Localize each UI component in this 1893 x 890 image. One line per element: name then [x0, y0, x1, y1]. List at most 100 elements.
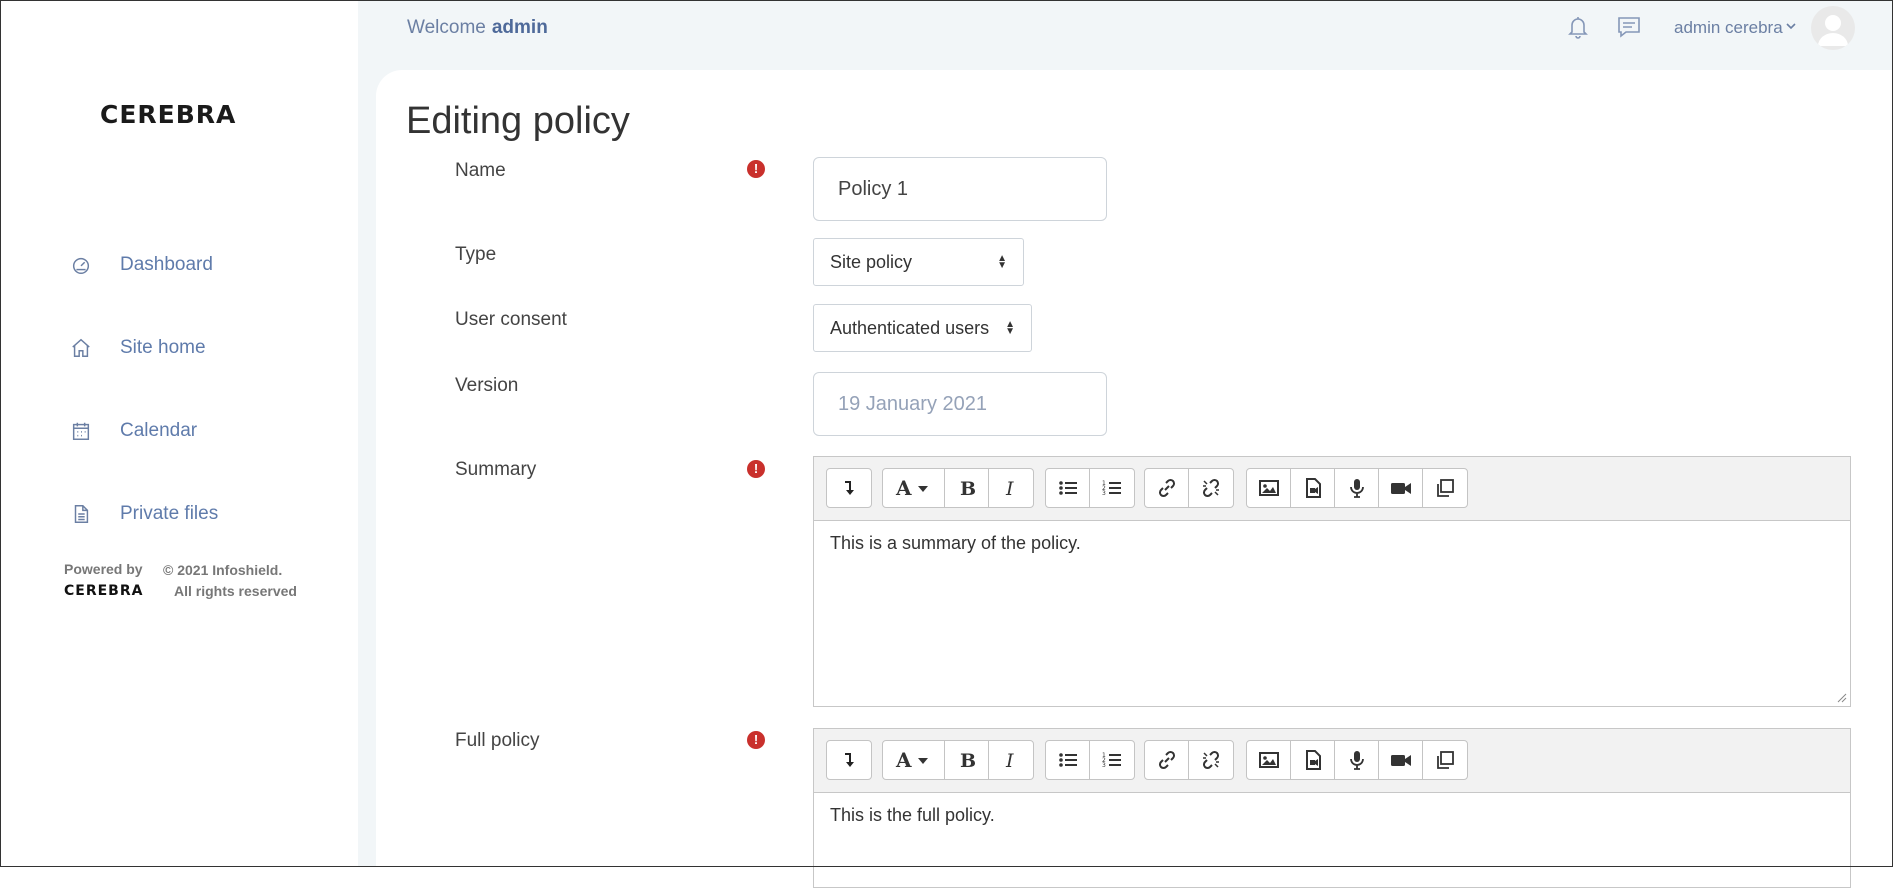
unlink-icon: [1202, 750, 1220, 770]
toolbar-group-links: [1144, 468, 1234, 508]
svg-text:A: A: [895, 477, 912, 499]
version-input: [813, 372, 1107, 436]
resize-handle-icon[interactable]: [1837, 693, 1847, 703]
required-icon: !: [747, 460, 765, 478]
type-select[interactable]: Site policy ▲ ▼: [813, 238, 1024, 286]
svg-text:3: 3: [1102, 762, 1106, 769]
link-button[interactable]: [1145, 741, 1189, 779]
record-video-button[interactable]: [1379, 469, 1423, 507]
microphone-icon: [1349, 479, 1364, 498]
name-input[interactable]: [813, 157, 1107, 221]
media-file-icon: [1305, 478, 1321, 498]
sidebar-item-site-home[interactable]: Site home: [70, 333, 206, 363]
toolbar-group-lists: 123: [1045, 468, 1135, 508]
sidebar-item-label: Private files: [120, 503, 219, 524]
full-policy-content[interactable]: This is the full policy.: [814, 793, 1850, 838]
sidebar-item-dashboard[interactable]: Dashboard: [70, 250, 213, 280]
sort-arrows-icon: ▲ ▼: [1005, 319, 1015, 337]
user-consent-label: User consent: [455, 309, 567, 330]
version-label: Version: [455, 375, 519, 396]
bold-icon: B: [960, 750, 976, 771]
bold-button[interactable]: B: [945, 469, 989, 507]
toolbar-group-links: [1144, 740, 1234, 780]
ordered-list-icon: 123: [1102, 752, 1121, 769]
manage-files-button[interactable]: [1423, 741, 1467, 779]
sidebar-item-calendar[interactable]: Calendar: [70, 416, 197, 446]
unordered-list-button[interactable]: [1046, 469, 1090, 507]
welcome-prefix: Welcome: [407, 17, 486, 38]
unlink-button[interactable]: [1189, 469, 1233, 507]
link-icon: [1158, 478, 1175, 498]
italic-button[interactable]: I: [989, 469, 1033, 507]
bold-button[interactable]: B: [945, 741, 989, 779]
type-select-value: Site policy: [830, 251, 913, 272]
image-icon: [1258, 480, 1279, 496]
copyright-text: © 2021 Infoshield.: [163, 562, 283, 578]
dashboard-icon: [72, 257, 90, 274]
sort-arrows-icon: ▲ ▼: [997, 253, 1007, 271]
link-button[interactable]: [1145, 469, 1189, 507]
ordered-list-button[interactable]: 123: [1090, 469, 1134, 507]
video-camera-icon: [1390, 755, 1411, 766]
bell-icon[interactable]: [1566, 14, 1590, 40]
name-label: Name: [455, 160, 506, 181]
unlink-button[interactable]: [1189, 741, 1233, 779]
unlink-icon: [1202, 478, 1220, 498]
chevron-down-icon[interactable]: [1784, 19, 1798, 33]
welcome-user: admin: [491, 17, 548, 38]
font-style-icon: A: [895, 477, 928, 499]
unordered-list-icon: [1058, 481, 1077, 495]
italic-button[interactable]: I: [989, 741, 1033, 779]
sidebar-item-label: Site home: [120, 337, 206, 358]
manage-files-button[interactable]: [1423, 469, 1467, 507]
toolbar-group-collapse: [826, 740, 872, 780]
required-icon: !: [747, 731, 765, 749]
unordered-list-button[interactable]: [1046, 741, 1090, 779]
avatar[interactable]: [1811, 6, 1855, 50]
powered-by-text: Powered by: [64, 561, 143, 577]
italic-icon: I: [1005, 478, 1014, 499]
insert-media-button[interactable]: [1291, 469, 1335, 507]
microphone-icon: [1349, 751, 1364, 770]
insert-image-button[interactable]: [1247, 741, 1291, 779]
media-file-icon: [1305, 750, 1321, 770]
page-title: Editing policy: [406, 100, 630, 142]
font-style-button[interactable]: A: [883, 741, 945, 779]
sidebar-item-private-files[interactable]: Private files: [70, 499, 218, 529]
svg-text:3: 3: [1102, 490, 1106, 497]
full-policy-label: Full policy: [455, 730, 540, 751]
user-consent-select[interactable]: Authenticated users ▲ ▼: [813, 304, 1032, 352]
summary-editor: A B I 123 This is a summary of the polic…: [813, 456, 1851, 707]
sidebar: CEREBRA Dashboard Site home Calendar Pri…: [0, 0, 358, 867]
ordered-list-button[interactable]: 123: [1090, 741, 1134, 779]
record-audio-button[interactable]: [1335, 741, 1379, 779]
toolbar-group-lists: 123: [1045, 740, 1135, 780]
insert-image-button[interactable]: [1247, 469, 1291, 507]
summary-content[interactable]: This is a summary of the policy.: [814, 521, 1850, 566]
toolbar-group-format: A B I: [882, 740, 1034, 780]
record-video-button[interactable]: [1379, 741, 1423, 779]
image-icon: [1258, 752, 1279, 768]
font-style-button[interactable]: A: [883, 469, 945, 507]
user-menu[interactable]: admin cerebra: [1674, 18, 1783, 38]
svg-text:B: B: [960, 750, 976, 771]
record-audio-button[interactable]: [1335, 469, 1379, 507]
unordered-list-icon: [1058, 753, 1077, 767]
toolbar-toggle-icon: [845, 481, 854, 495]
collapse-button[interactable]: [827, 741, 871, 779]
user-consent-select-value: Authenticated users: [830, 317, 990, 338]
svg-text:I: I: [1005, 478, 1014, 499]
collapse-button[interactable]: [827, 469, 871, 507]
toolbar-group-format: A B I: [882, 468, 1034, 508]
svg-text:B: B: [960, 478, 976, 499]
svg-text:I: I: [1005, 750, 1014, 771]
cerebra-logo[interactable]: CEREBRA: [100, 100, 236, 129]
editor-toolbar: A B I 123: [814, 729, 1850, 793]
bold-icon: B: [960, 478, 976, 499]
toolbar-toggle-icon: [845, 753, 854, 767]
message-icon[interactable]: [1616, 15, 1642, 39]
type-label: Type: [455, 244, 497, 265]
font-style-icon: A: [895, 749, 928, 771]
home-icon: [72, 338, 90, 357]
insert-media-button[interactable]: [1291, 741, 1335, 779]
